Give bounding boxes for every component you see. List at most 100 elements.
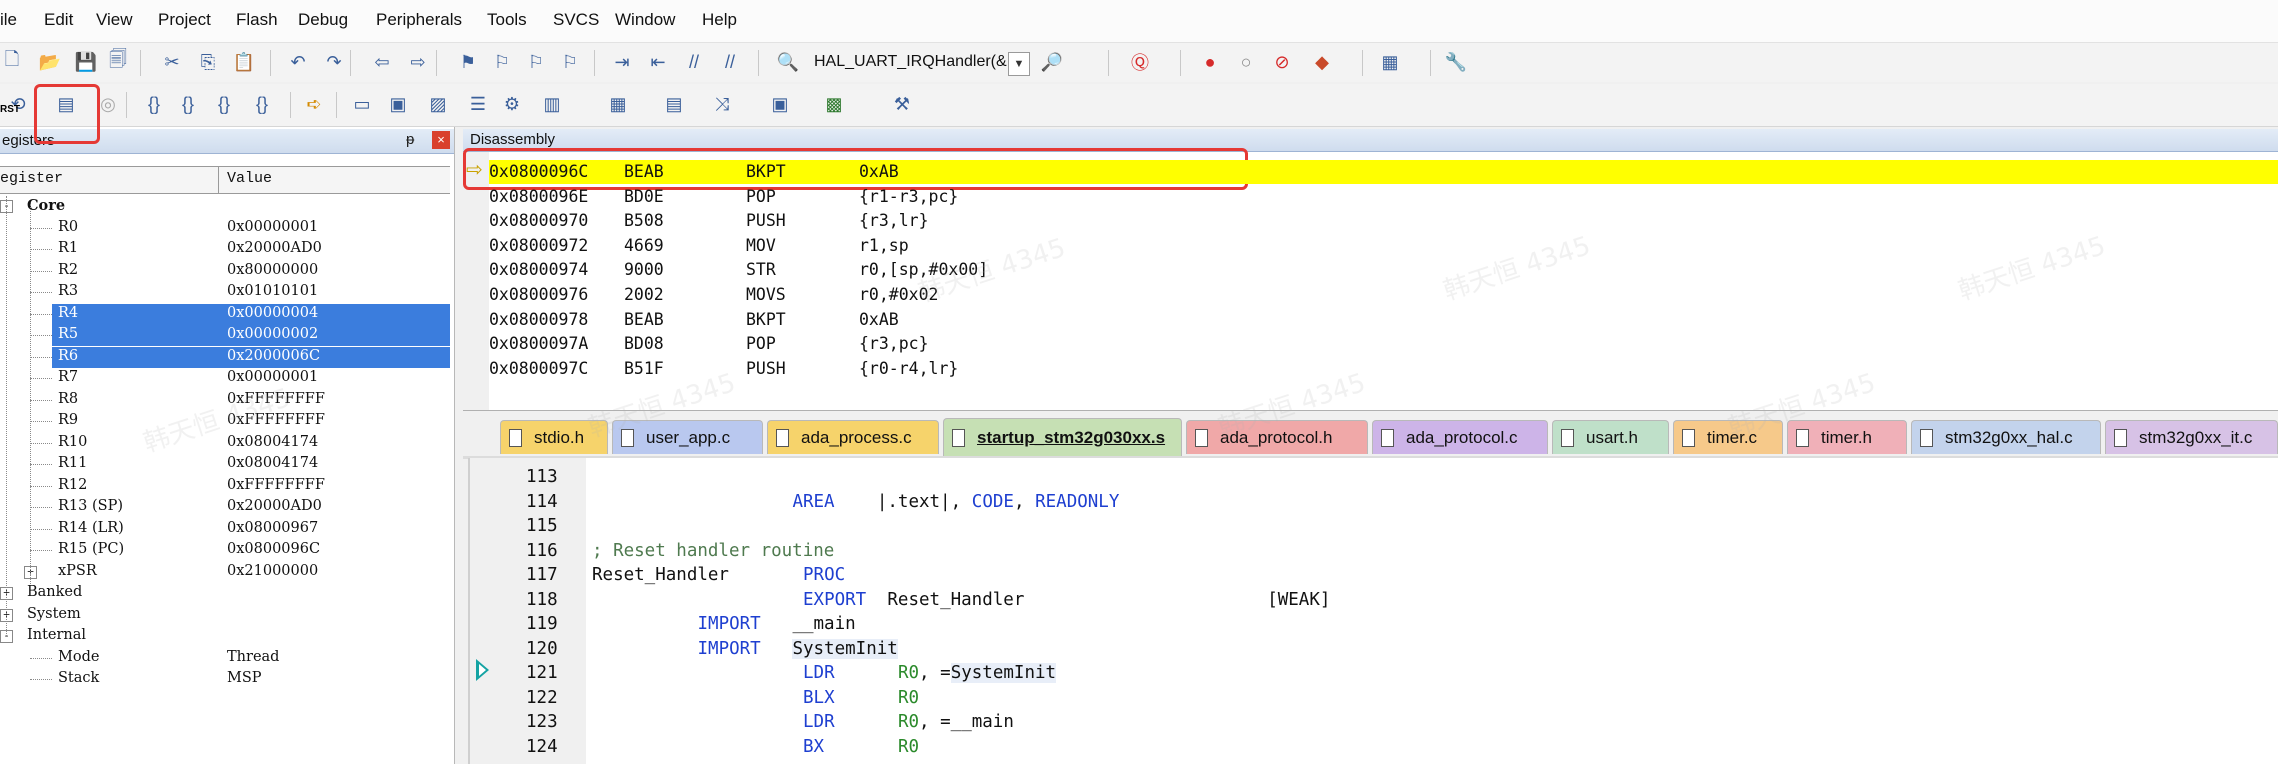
bookmark-icon[interactable]: ⚑ [456, 50, 480, 74]
menu-view[interactable]: View [96, 10, 133, 30]
register-row[interactable]: R3 0x01010101 [0, 282, 450, 303]
register-row[interactable]: R4 0x00000004 [52, 303, 450, 325]
register-value[interactable]: MSP [227, 670, 262, 686]
step-into-icon[interactable]: {} [142, 92, 166, 116]
debug-session-icon[interactable]: Ⓠ [1128, 50, 1152, 74]
code-line[interactable]: 116 ; Reset handler routine [470, 539, 2270, 564]
disassembly-row[interactable]: 0x0800097A BD08 POP {r3,pc} [489, 332, 2278, 356]
register-value[interactable]: 0x20000AD0 [227, 240, 322, 256]
menu-edit[interactable]: Edit [44, 10, 73, 30]
disassembly-window-icon[interactable]: ▣ [386, 92, 410, 116]
menu-window[interactable]: Window [615, 10, 675, 30]
tab-ada-protocol-c[interactable]: ada_protocol.c [1372, 420, 1548, 454]
redo-icon[interactable]: ↷ [322, 50, 346, 74]
comment-icon[interactable]: // [682, 50, 706, 74]
function-combo-dropdown[interactable]: ▼ [1008, 52, 1030, 76]
menu-peripherals[interactable]: Peripherals [376, 10, 462, 30]
menu-svcs[interactable]: SVCS [553, 10, 599, 30]
symbols-window-icon[interactable]: ▨ [426, 92, 450, 116]
configure-icon[interactable]: 🔧 [1444, 50, 1468, 74]
register-row[interactable]: Banked [0, 583, 450, 604]
bookmark-clear-icon[interactable]: ⚐ [558, 50, 582, 74]
indent-icon[interactable]: ⇥ [610, 50, 634, 74]
register-value[interactable]: 0xFFFFFFFF [227, 477, 325, 493]
register-value[interactable]: 0x00000002 [227, 326, 318, 342]
save-icon[interactable]: 💾 [74, 50, 98, 74]
register-row[interactable]: R14 (LR) 0x08000967 [0, 519, 450, 540]
trace-window-icon[interactable]: ▣ [768, 92, 792, 116]
register-value[interactable]: Thread [227, 649, 279, 665]
bookmark-prev-icon[interactable]: ⚐ [490, 50, 514, 74]
column-value[interactable]: Value [227, 170, 272, 187]
menu-tools[interactable]: Tools [487, 10, 527, 30]
uncomment-icon[interactable]: // [718, 50, 742, 74]
register-value[interactable]: 0x21000000 [227, 563, 318, 579]
cut-icon[interactable]: ✂ [160, 50, 184, 74]
register-row[interactable]: R6 0x2000006C [52, 346, 450, 368]
register-value[interactable]: 0x08004174 [227, 455, 318, 471]
tab-ada-process-c[interactable]: ada_process.c [767, 420, 939, 454]
tab-usart-h[interactable]: usart.h [1552, 420, 1669, 454]
find-in-files-icon[interactable]: 🔍 [776, 50, 800, 74]
register-row[interactable]: Stack MSP [0, 669, 450, 690]
register-row[interactable]: R1 0x20000AD0 [0, 239, 450, 260]
pin-icon[interactable]: ᵽ [406, 131, 414, 148]
register-row[interactable]: xPSR 0x21000000 [0, 562, 450, 583]
call-stack-icon[interactable]: ⚙ [500, 92, 524, 116]
register-value[interactable]: 0x20000AD0 [227, 498, 322, 514]
register-value[interactable]: 0x0800096C [227, 541, 320, 557]
undo-icon[interactable]: ↶ [286, 50, 310, 74]
pane-splitter[interactable] [455, 127, 463, 764]
tab-stm32g0xx-hal-c[interactable]: stm32g0xx_hal.c [1911, 420, 2101, 454]
code-line[interactable]: 114 AREA |.text|, CODE, READONLY [470, 490, 2270, 515]
watch-window-icon[interactable]: ▥ [540, 92, 564, 116]
code-line[interactable]: 124 BX R0 [470, 735, 2270, 760]
code-line[interactable]: 113 [470, 465, 2270, 490]
disassembly-gutter[interactable] [463, 152, 489, 410]
system-viewer-icon[interactable]: ▩ [822, 92, 846, 116]
code-line[interactable]: 120 IMPORT SystemInit [470, 637, 2270, 662]
code-line[interactable]: 122 BLX R0 [470, 686, 2270, 711]
register-value[interactable]: 0x80000000 [227, 262, 318, 278]
menu-flash[interactable]: Flash [236, 10, 278, 30]
menu-help[interactable]: Help [702, 10, 737, 30]
breakpoint-window-icon[interactable]: ◆ [1310, 50, 1334, 74]
step-out-icon[interactable]: {} [212, 92, 236, 116]
tab-startup-stm32g030xx-s[interactable]: startup_stm32g030xx.s [943, 418, 1182, 456]
breakpoint-kill-icon[interactable]: ⊘ [1270, 50, 1294, 74]
registers-window-icon[interactable]: ☰ [466, 92, 490, 116]
register-row[interactable]: R10 0x08004174 [0, 433, 450, 454]
code-line[interactable]: 118 EXPORT Reset_Handler [WEAK] [470, 588, 2270, 613]
memory-window-icon[interactable]: ▦ [606, 92, 630, 116]
menu-project[interactable]: Project [158, 10, 211, 30]
register-row[interactable]: Mode Thread [0, 648, 450, 669]
disassembly-row[interactable]: 0x08000970 B508 PUSH {r3,lr} [489, 209, 2278, 233]
nav-back-icon[interactable]: ⇦ [370, 50, 394, 74]
register-value[interactable]: 0x01010101 [227, 283, 318, 299]
serial-window-icon[interactable]: ▤ [662, 92, 686, 116]
column-divider[interactable] [218, 166, 219, 193]
nav-forward-icon[interactable]: ⇨ [406, 50, 430, 74]
close-icon[interactable]: × [432, 131, 450, 149]
code-line[interactable]: 121 LDR R0, = SystemInit [470, 661, 2270, 686]
bookmark-next-icon[interactable]: ⚐ [524, 50, 548, 74]
register-row[interactable]: Core [0, 196, 450, 217]
register-row[interactable]: R12 0xFFFFFFFF [0, 476, 450, 497]
save-all-icon[interactable]: 🗐 [106, 49, 130, 74]
step-over-icon[interactable]: {} [176, 92, 200, 116]
tab-timer-h[interactable]: timer.h [1787, 420, 1907, 454]
register-value[interactable]: 0x00000004 [227, 305, 318, 321]
register-row[interactable]: R7 0x00000001 [0, 368, 450, 389]
disassembly-row[interactable]: 0x0800097C B51F PUSH {r0-r4,lr} [489, 357, 2278, 381]
toolbox-icon[interactable]: ⚒ [890, 92, 914, 116]
code-line[interactable]: 123 LDR R0, =__main [470, 710, 2270, 735]
function-combo[interactable]: HAL_UART_IRQHandler(& [814, 53, 1007, 71]
open-folder-icon[interactable]: 📂 [38, 50, 62, 74]
register-row[interactable]: R15 (PC) 0x0800096C [0, 540, 450, 561]
code-line[interactable]: 115 [470, 514, 2270, 539]
code-line[interactable]: 119 IMPORT __main [470, 612, 2270, 637]
register-row[interactable]: R5 0x00000002 [52, 325, 450, 346]
register-row[interactable]: R0 0x00000001 [0, 218, 450, 239]
reset-view-icon[interactable]: ▤ [54, 92, 78, 116]
breakpoint-insert-icon[interactable]: ● [1198, 50, 1222, 74]
